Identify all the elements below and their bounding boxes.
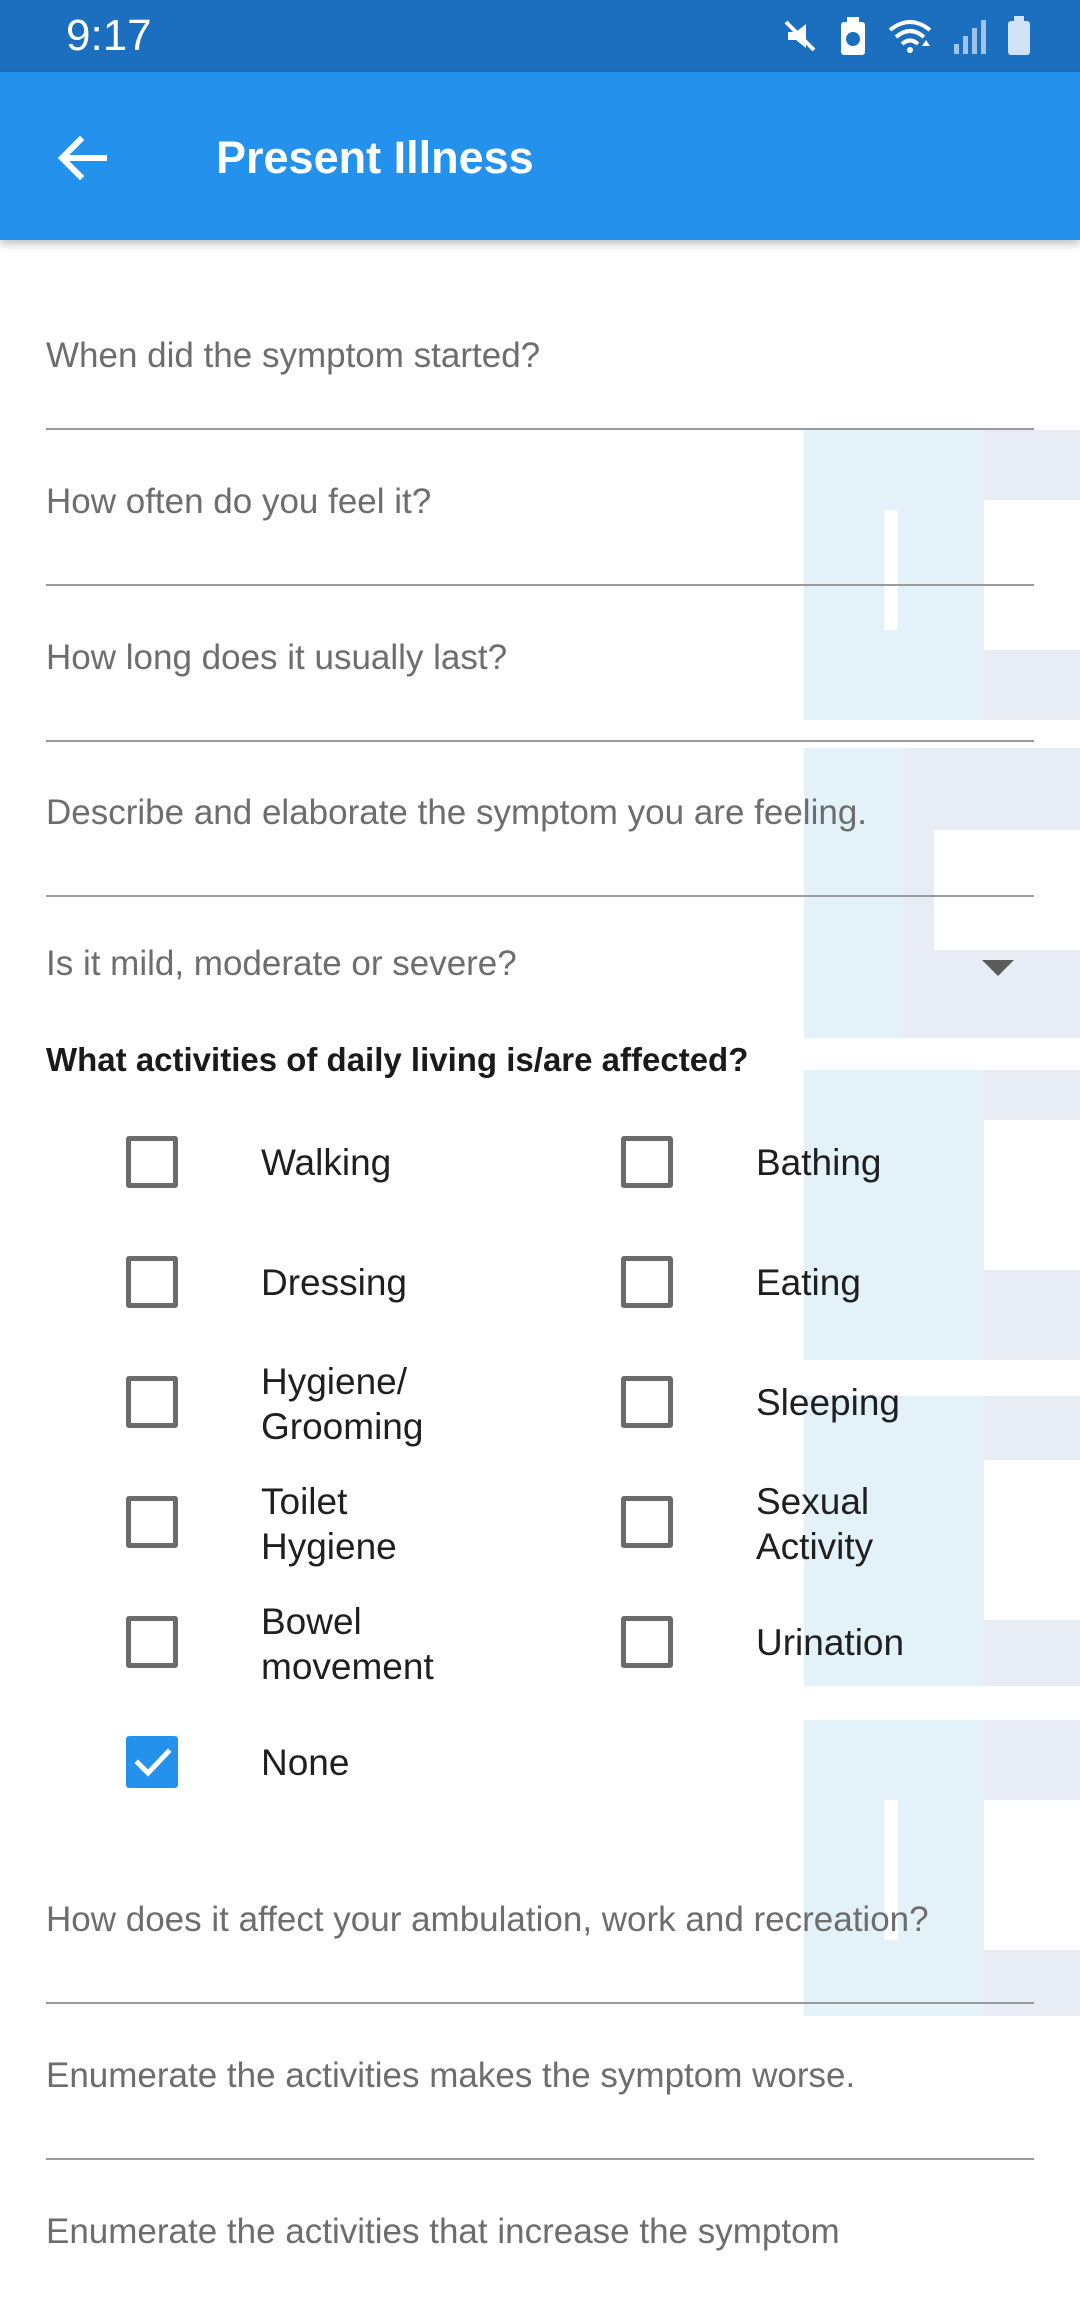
checkbox-box[interactable] <box>621 1496 673 1548</box>
checkbox-label: Sexual Activity <box>756 1481 874 1567</box>
checkbox-box[interactable] <box>126 1616 178 1668</box>
activities-title: What activities of daily living is/are a… <box>46 1041 749 1078</box>
mute-icon <box>780 16 820 56</box>
checkbox-box[interactable] <box>621 1136 673 1188</box>
symptom-started-field[interactable]: When did the symptom started? <box>46 240 1034 430</box>
checkbox-label: Toilet Hygiene <box>261 1481 397 1567</box>
battery-icon <box>1006 15 1032 57</box>
next-field-placeholder: Enumerate the activities that increase t… <box>46 2212 840 2251</box>
severity-placeholder: Is it mild, moderate or severe? <box>46 944 517 983</box>
checkbox-box[interactable] <box>126 1496 178 1548</box>
back-button[interactable] <box>40 118 124 202</box>
checkbox-box[interactable] <box>621 1376 673 1428</box>
next-field-partial[interactable]: Enumerate the activities that increase t… <box>46 2160 1034 2314</box>
how-often-field[interactable]: How often do you feel it? <box>46 430 1034 586</box>
checkbox-label: Eating <box>756 1262 861 1303</box>
how-often-placeholder: How often do you feel it? <box>46 482 432 521</box>
checkbox-label: Hygiene/ Grooming <box>261 1361 424 1447</box>
checkbox-box[interactable] <box>621 1616 673 1668</box>
checkbox-box-checked[interactable] <box>126 1736 178 1788</box>
describe-symptom-placeholder: Describe and elaborate the symptom you a… <box>46 793 868 832</box>
worse-activities-placeholder: Enumerate the activities makes the sympt… <box>46 2056 856 2095</box>
checkbox-label: Bowel movement <box>261 1601 434 1687</box>
severity-select[interactable]: Is it mild, moderate or severe? <box>46 936 1034 996</box>
affect-ambulation-placeholder: How does it affect your ambulation, work… <box>46 1900 929 1939</box>
status-bar: 9:17 <box>0 0 1080 72</box>
checkbox-label: Walking <box>261 1142 392 1183</box>
signal-icon <box>952 16 988 56</box>
checkbox-label: None <box>261 1742 350 1783</box>
checkbox-box[interactable] <box>126 1376 178 1428</box>
worse-activities-field[interactable]: Enumerate the activities makes the sympt… <box>46 2004 1034 2160</box>
dropdown-arrow-icon <box>982 960 1014 976</box>
battery-saver-icon <box>838 15 868 57</box>
checkbox-label: Urination <box>756 1622 905 1663</box>
affect-ambulation-field[interactable]: How does it affect your ambulation, work… <box>46 1860 1034 2004</box>
describe-symptom-field[interactable]: Describe and elaborate the symptom you a… <box>46 742 1034 897</box>
page-title: Present Illness <box>216 132 534 183</box>
how-long-placeholder: How long does it usually last? <box>46 638 508 677</box>
app-bar: Present Illness <box>0 72 1080 240</box>
checkbox-box[interactable] <box>126 1256 178 1308</box>
checkbox-label: Dressing <box>261 1262 407 1303</box>
checkbox-label: Bathing <box>756 1142 882 1183</box>
checkbox-label: Sleeping <box>756 1382 901 1423</box>
how-long-field[interactable]: How long does it usually last? <box>46 586 1034 742</box>
symptom-started-placeholder: When did the symptom started? <box>46 336 541 375</box>
checkbox-box[interactable] <box>126 1136 178 1188</box>
status-icons <box>780 14 1032 58</box>
status-time: 9:17 <box>66 11 152 60</box>
wifi-icon <box>886 16 934 56</box>
back-arrow-icon <box>54 130 110 191</box>
checkbox-box[interactable] <box>621 1256 673 1308</box>
